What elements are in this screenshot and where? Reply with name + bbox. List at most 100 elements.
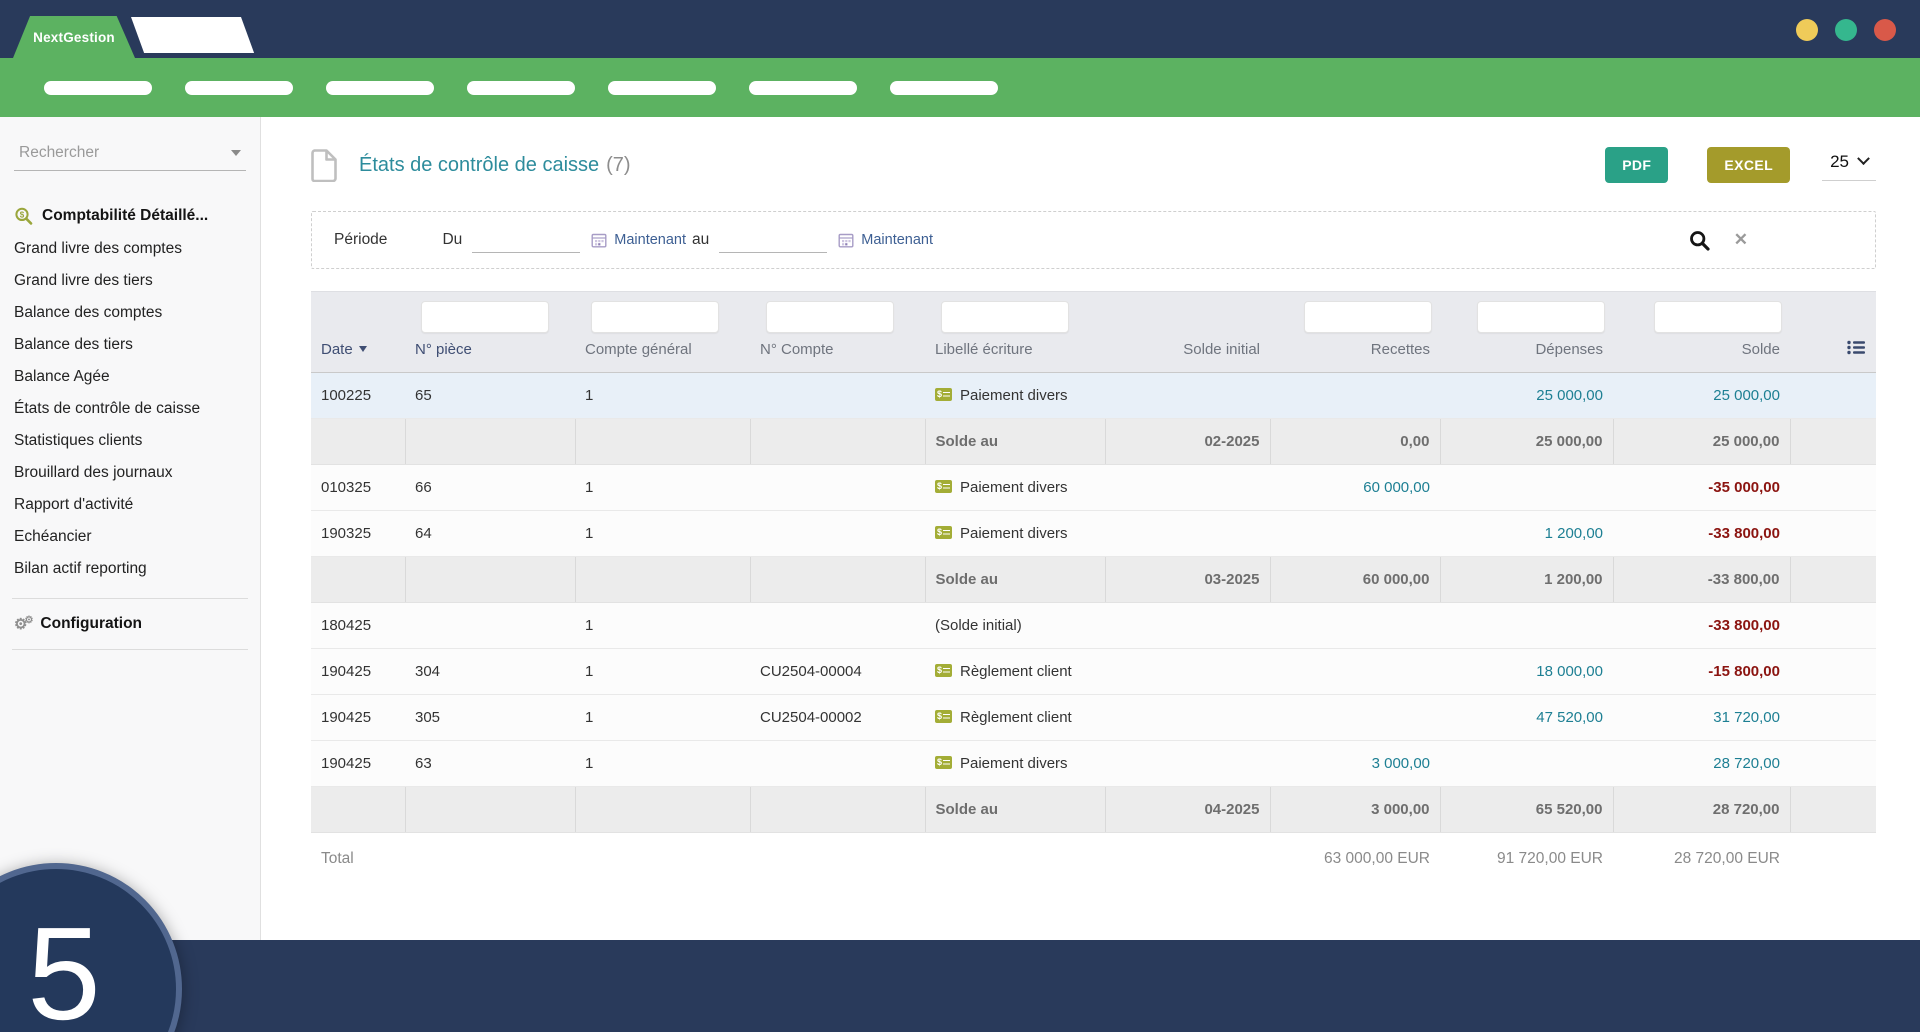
filter-cell-libelle <box>925 292 1105 336</box>
sidebar-item[interactable]: États de contrôle de caisse <box>0 393 260 425</box>
table-row[interactable]: 010325661Paiement divers60 000,00-35 000… <box>311 464 1876 510</box>
col-header-solde_initial: Solde initial <box>1105 336 1270 373</box>
cell-depenses: 1 200,00 <box>1440 510 1613 556</box>
sidebar-divider <box>12 598 248 599</box>
main-content: États de contrôle de caisse (7) PDF EXCE… <box>261 117 1920 940</box>
col-header-solde: Solde <box>1613 336 1790 373</box>
compte_general-filter-input[interactable] <box>591 301 719 333</box>
col-header-libelle: Libellé écriture <box>925 336 1105 373</box>
journal-entry-icon <box>935 480 952 493</box>
cell-solde_initial <box>1105 464 1270 510</box>
cell-libelle: Solde au <box>925 786 1105 832</box>
cell-recettes: 3 000,00 <box>1270 740 1440 786</box>
window-controls <box>1796 19 1896 41</box>
cell-compte <box>750 464 925 510</box>
cell-depenses: 25 000,00 <box>1440 418 1613 464</box>
cell-recettes: 0,00 <box>1270 418 1440 464</box>
recettes-filter-input[interactable] <box>1304 301 1432 333</box>
sidebar-item[interactable]: Rapport d'activité <box>0 489 260 521</box>
col-header-compte_general: Compte général <box>575 336 750 373</box>
sidebar-item[interactable]: Balance des tiers <box>0 329 260 361</box>
nav-item-placeholder[interactable] <box>326 81 434 95</box>
cell-compte <box>750 556 925 602</box>
sidebar-item[interactable]: Brouillard des journaux <box>0 457 260 489</box>
cell-depenses <box>1440 740 1613 786</box>
from-now-link[interactable]: Maintenant <box>614 232 686 248</box>
results-table-container: DateN° pièceCompte généralN° CompteLibel… <box>311 291 1876 868</box>
record-count: (7) <box>606 154 630 177</box>
nav-item-placeholder[interactable] <box>608 81 716 95</box>
clear-filter-icon[interactable]: ✕ <box>1734 230 1748 250</box>
nav-item-placeholder[interactable] <box>890 81 998 95</box>
filter-cell-piece <box>405 292 575 336</box>
page-size-select[interactable]: 25 <box>1822 150 1876 181</box>
sidebar-search-select[interactable]: Rechercher <box>14 135 246 171</box>
libelle-text: Paiement divers <box>960 755 1068 772</box>
journal-entry-icon <box>935 526 952 539</box>
nav-item-placeholder[interactable] <box>185 81 293 95</box>
nav-item-placeholder[interactable] <box>749 81 857 95</box>
filter-cell-compte_general <box>575 292 750 336</box>
sidebar-item[interactable]: Statistiques clients <box>0 425 260 457</box>
cell-date: 010325 <box>311 464 405 510</box>
to-label: au <box>692 231 709 249</box>
table-row[interactable]: 100225651Paiement divers25 000,0025 000,… <box>311 372 1876 418</box>
sort-caret-icon <box>359 346 367 356</box>
solde-filter-input[interactable] <box>1654 301 1782 333</box>
nav-item-placeholder[interactable] <box>467 81 575 95</box>
cell-recettes: 60 000,00 <box>1270 464 1440 510</box>
piece-filter-input[interactable] <box>421 301 549 333</box>
table-row[interactable]: 1804251(Solde initial)-33 800,00 <box>311 602 1876 648</box>
cell-compte_general <box>575 418 750 464</box>
period-filter-bar: Période Du Maintenant au <box>311 211 1876 269</box>
cell-libelle: Paiement divers <box>925 510 1105 556</box>
total-recettes: 63 000,00 EUR <box>1270 832 1440 868</box>
col-header-actions[interactable] <box>1790 336 1876 373</box>
sidebar-item[interactable]: Balance des comptes <box>0 297 260 329</box>
cell-piece: 63 <box>405 740 575 786</box>
nav-item-placeholder[interactable] <box>44 81 152 95</box>
cell-actions <box>1790 602 1876 648</box>
window-dot-red[interactable] <box>1874 19 1896 41</box>
main-nav <box>0 58 1920 117</box>
cell-compte <box>750 372 925 418</box>
table-row[interactable]: 1904253041CU2504-00004Règlement client18… <box>311 648 1876 694</box>
table-row[interactable]: 190425631Paiement divers3 000,0028 720,0… <box>311 740 1876 786</box>
total-row: Total 63 000,00 EUR 91 720,00 EUR 28 720… <box>311 832 1876 868</box>
cell-solde: -15 800,00 <box>1613 648 1790 694</box>
pdf-export-button[interactable]: PDF <box>1605 147 1668 183</box>
sidebar-item[interactable]: Bilan actif reporting <box>0 553 260 585</box>
period-from-input[interactable] <box>472 227 580 253</box>
col-header-piece[interactable]: N° pièce <box>405 336 575 373</box>
columns-list-icon[interactable] <box>1847 340 1866 355</box>
depenses-filter-input[interactable] <box>1477 301 1605 333</box>
col-header-date[interactable]: Date <box>311 336 405 373</box>
period-to-input[interactable] <box>719 227 827 253</box>
to-now-link[interactable]: Maintenant <box>861 232 933 248</box>
excel-export-button[interactable]: EXCEL <box>1707 147 1790 183</box>
title-bar: NextGestion <box>0 0 1920 58</box>
sidebar-item-configuration[interactable]: ⚙⚙ Configuration <box>0 612 260 636</box>
table-row[interactable]: 190325641Paiement divers1 200,00-33 800,… <box>311 510 1876 556</box>
calendar-icon[interactable] <box>591 232 607 248</box>
cell-libelle: Paiement divers <box>925 372 1105 418</box>
window-dot-teal[interactable] <box>1835 19 1857 41</box>
table-row[interactable]: 1904253051CU2504-00002Règlement client47… <box>311 694 1876 740</box>
cell-solde_initial <box>1105 602 1270 648</box>
search-icon[interactable] <box>1689 230 1710 251</box>
window-dot-yellow[interactable] <box>1796 19 1818 41</box>
calendar-icon[interactable] <box>838 232 854 248</box>
cell-actions <box>1790 510 1876 556</box>
sidebar-section-label: Comptabilité Détaillé... <box>42 207 208 225</box>
libelle-filter-input[interactable] <box>941 301 1069 333</box>
cell-piece: 65 <box>405 372 575 418</box>
sidebar-item[interactable]: Echéancier <box>0 521 260 553</box>
cell-depenses: 65 520,00 <box>1440 786 1613 832</box>
sidebar-item[interactable]: Grand livre des tiers <box>0 265 260 297</box>
cell-libelle: (Solde initial) <box>925 602 1105 648</box>
sidebar-item[interactable]: Grand livre des comptes <box>0 233 260 265</box>
compte-filter-input[interactable] <box>766 301 894 333</box>
sidebar-item[interactable]: Balance Agée <box>0 361 260 393</box>
table-footer: Total 63 000,00 EUR 91 720,00 EUR 28 720… <box>311 832 1876 868</box>
cell-solde_initial: 03-2025 <box>1105 556 1270 602</box>
